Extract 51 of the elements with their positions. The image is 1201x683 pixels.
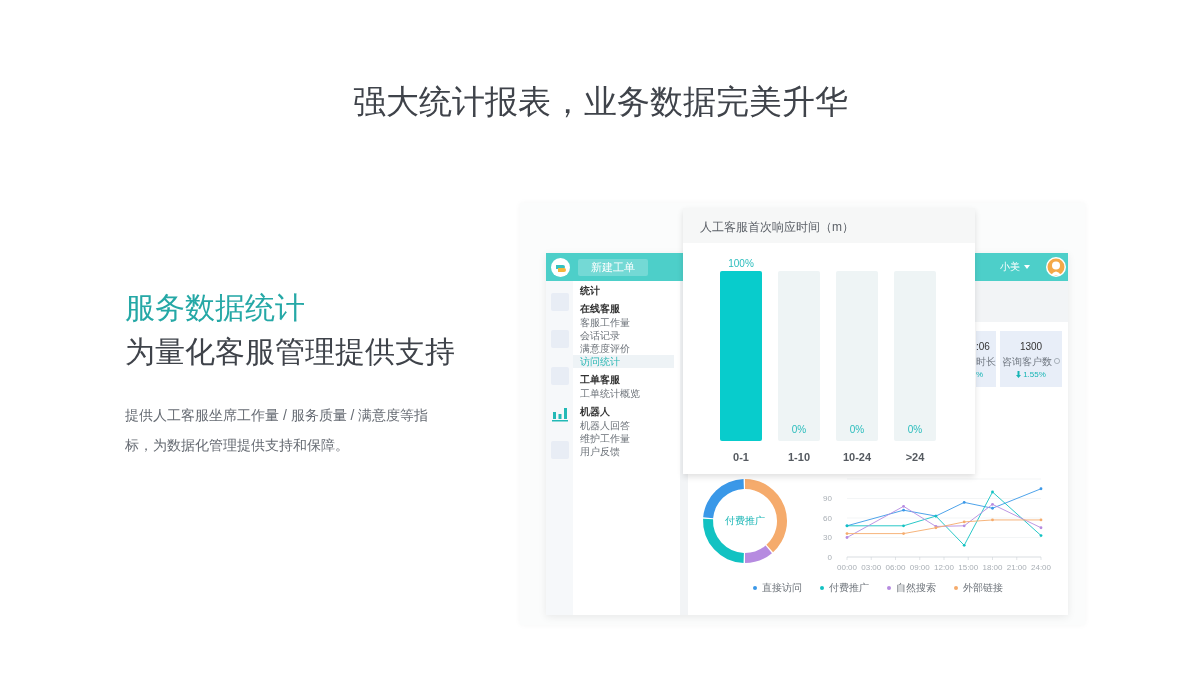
stat-change: % — [976, 369, 984, 379]
sidebar-group-label: 在线客服 — [579, 302, 621, 315]
popup-title: 人工客服首次响应时间（m） — [683, 208, 975, 243]
stat-value: 1300 — [1019, 339, 1043, 353]
category-label: 1-10 — [788, 451, 810, 463]
y-tick-label: 30 — [823, 533, 832, 542]
x-tick-label: 18:00 — [982, 563, 1003, 572]
sidebar-item[interactable]: 工单统计概览 — [573, 387, 674, 400]
y-tick-label: 60 — [823, 513, 832, 523]
logo-icon — [551, 257, 570, 277]
stat-change: 1.55% — [1023, 369, 1046, 379]
bar-value-label: 100% — [728, 258, 754, 269]
avatar-icon — [1046, 257, 1066, 277]
category-label: 0-1 — [733, 451, 749, 463]
sidebar-item[interactable]: 用户反馈 — [573, 445, 674, 458]
page-heading: 强大统计报表，业务数据完美升华 — [352, 82, 849, 122]
donut-center-label: 付费推广 — [725, 514, 765, 528]
sidebar-item[interactable]: 客服工作量 — [573, 316, 674, 329]
x-tick-label: 15:00 — [958, 563, 979, 572]
feature-description: 提供人工客服坐席工作量 / 服务质量 / 满意度等指标，为数据化管理提供支持和保障。 — [125, 406, 430, 455]
legend-label: 直接访问 — [762, 582, 802, 594]
y-tick-label: 90 — [823, 494, 832, 503]
sidebar-item[interactable]: 满意度评价 — [573, 342, 674, 355]
sidebar-group-label: 工单客服 — [579, 373, 621, 386]
stat-value: :06 — [976, 339, 990, 353]
x-tick-label: 03:00 — [861, 563, 882, 572]
x-tick-label: 09:00 — [909, 563, 930, 572]
legend-label: 自然搜索 — [896, 582, 936, 594]
stat-label: 时长 — [976, 355, 996, 367]
x-tick-label: 00:00 — [837, 563, 857, 572]
caret-icon — [1024, 265, 1030, 269]
sidebar-item[interactable]: 会话记录 — [573, 329, 674, 342]
x-tick-label: 24:00 — [1031, 563, 1051, 572]
category-label: >24 — [905, 451, 925, 463]
x-tick-label: 12:00 — [934, 563, 954, 572]
legend-label: 外部链接 — [963, 582, 1003, 594]
category-label: 10-24 — [842, 451, 872, 463]
sidebar-item[interactable]: 维护工作量 — [573, 432, 674, 445]
x-tick-label: 21:00 — [1006, 563, 1027, 572]
bar-value-label: 0% — [907, 424, 923, 435]
x-tick-label: 06:00 — [885, 563, 906, 572]
sidebar-group-label: 机器人 — [579, 405, 611, 418]
stat-label: 咨询客户数 — [1002, 355, 1052, 367]
feature-subtitle: 为量化客服管理提供支持 — [125, 334, 456, 370]
sidebar-title: 统计 — [579, 284, 601, 297]
y-tick-label: 0 — [827, 552, 832, 562]
sidebar-item[interactable]: 机器人回答 — [573, 419, 674, 432]
legend-label: 付费推广 — [829, 582, 869, 594]
bar-value-label: 0% — [791, 424, 807, 435]
feature-title: 服务数据统计 — [125, 290, 306, 326]
bar-value-label: 0% — [849, 424, 865, 435]
